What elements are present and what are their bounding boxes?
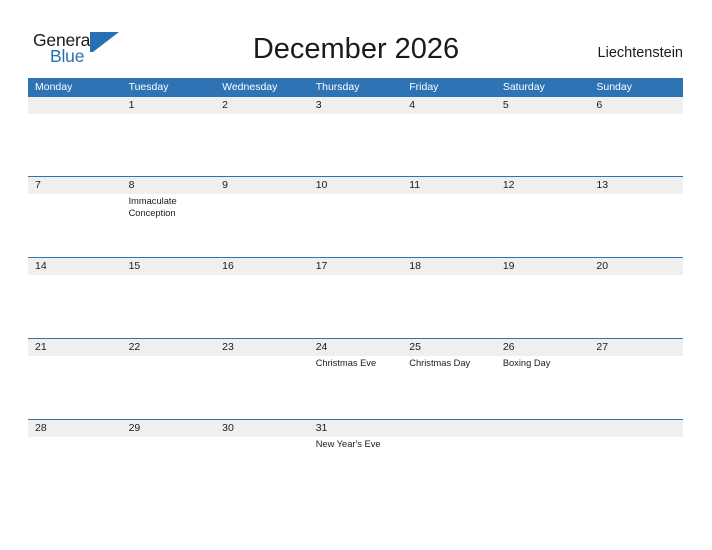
- day-number[interactable]: 8: [122, 177, 216, 194]
- day-event: [496, 194, 590, 257]
- day-event: [496, 275, 590, 338]
- day-number[interactable]: 7: [28, 177, 122, 194]
- day-number[interactable]: 2: [215, 97, 309, 114]
- calendar-grid: Monday Tuesday Wednesday Thursday Friday…: [28, 78, 683, 477]
- day-event: [402, 194, 496, 257]
- week-number-band: 14 15 16 17 18 19 20: [28, 258, 683, 275]
- calendar-week-row: 28 29 30 31 New Year's Eve: [28, 419, 683, 477]
- day-number[interactable]: 20: [589, 258, 683, 275]
- day-event: [215, 194, 309, 257]
- calendar-week-row: 21 22 23 24 25 26 27 Christmas Eve Chris…: [28, 338, 683, 419]
- day-number[interactable]: 18: [402, 258, 496, 275]
- day-event: [28, 275, 122, 338]
- week-event-band: Immaculate Conception: [28, 194, 683, 257]
- calendar-week-row: 1 2 3 4 5 6: [28, 97, 683, 176]
- day-number[interactable]: 29: [122, 420, 216, 437]
- day-event: [589, 194, 683, 257]
- day-number[interactable]: [496, 420, 590, 437]
- day-event: Christmas Eve: [315, 358, 377, 368]
- day-number[interactable]: 28: [28, 420, 122, 437]
- day-event: New Year's Eve: [315, 439, 381, 449]
- day-number[interactable]: 5: [496, 97, 590, 114]
- day-event: Christmas Day: [409, 358, 471, 368]
- week-number-band: 7 8 9 10 11 12 13: [28, 177, 683, 194]
- day-number[interactable]: 21: [28, 339, 122, 356]
- day-event: [402, 437, 496, 477]
- week-number-band: 21 22 23 24 25 26 27: [28, 339, 683, 356]
- day-event: [589, 114, 683, 176]
- day-number[interactable]: 3: [309, 97, 403, 114]
- day-event: [589, 437, 683, 477]
- day-event: [122, 437, 216, 477]
- day-event: [589, 356, 683, 419]
- day-number[interactable]: 31: [309, 420, 403, 437]
- day-number[interactable]: 14: [28, 258, 122, 275]
- day-number[interactable]: 1: [122, 97, 216, 114]
- weekday-header-row: Monday Tuesday Wednesday Thursday Friday…: [28, 78, 683, 97]
- day-number[interactable]: 19: [496, 258, 590, 275]
- day-event: [496, 114, 590, 176]
- day-event: [309, 114, 403, 176]
- week-event-band: [28, 114, 683, 176]
- day-event: [122, 356, 216, 419]
- day-number[interactable]: 25: [402, 339, 496, 356]
- week-number-band: 28 29 30 31: [28, 420, 683, 437]
- day-number[interactable]: 30: [215, 420, 309, 437]
- weekday-header-sunday: Sunday: [596, 81, 632, 93]
- day-event: [215, 275, 309, 338]
- day-event: [402, 114, 496, 176]
- day-number[interactable]: [589, 420, 683, 437]
- day-number[interactable]: 4: [402, 97, 496, 114]
- day-event: [28, 114, 122, 176]
- day-number[interactable]: 24: [309, 339, 403, 356]
- weekday-header-friday: Friday: [409, 81, 439, 93]
- day-number[interactable]: [28, 97, 122, 114]
- day-number[interactable]: 27: [589, 339, 683, 356]
- day-event: [215, 356, 309, 419]
- region-label: Liechtenstein: [597, 45, 683, 61]
- day-number[interactable]: [402, 420, 496, 437]
- day-event: Boxing Day: [502, 358, 551, 368]
- day-event: [309, 194, 403, 257]
- day-number[interactable]: 17: [309, 258, 403, 275]
- week-event-band: New Year's Eve: [28, 437, 683, 477]
- day-event: [122, 275, 216, 338]
- day-event: [589, 275, 683, 338]
- day-event: [215, 437, 309, 477]
- weekday-header-monday: Monday: [35, 81, 73, 93]
- day-number[interactable]: 22: [122, 339, 216, 356]
- day-number[interactable]: 6: [589, 97, 683, 114]
- weekday-header-tuesday: Tuesday: [128, 81, 169, 93]
- day-event: [215, 114, 309, 176]
- day-number[interactable]: 9: [215, 177, 309, 194]
- page-header: General Blue December 2026 Liechtenstein: [0, 0, 712, 78]
- week-event-band: Christmas Eve Christmas Day Boxing Day: [28, 356, 683, 419]
- week-event-band: [28, 275, 683, 338]
- day-number[interactable]: 23: [215, 339, 309, 356]
- day-event: [402, 275, 496, 338]
- calendar-week-row: 7 8 9 10 11 12 13 Immaculate Conception: [28, 176, 683, 257]
- day-event: [309, 275, 403, 338]
- weekday-header-thursday: Thursday: [315, 81, 360, 93]
- day-number[interactable]: 12: [496, 177, 590, 194]
- day-number[interactable]: 13: [589, 177, 683, 194]
- day-event: Immaculate Conception: [128, 196, 177, 218]
- day-event: [28, 194, 122, 257]
- day-number[interactable]: 11: [402, 177, 496, 194]
- week-number-band: 1 2 3 4 5 6: [28, 97, 683, 114]
- calendar-week-row: 14 15 16 17 18 19 20: [28, 257, 683, 338]
- weekday-header-saturday: Saturday: [502, 81, 545, 93]
- day-number[interactable]: 16: [215, 258, 309, 275]
- day-event: [496, 437, 590, 477]
- day-event: [122, 114, 216, 176]
- weekday-header-wednesday: Wednesday: [222, 81, 278, 93]
- day-event: [28, 356, 122, 419]
- day-number[interactable]: 26: [496, 339, 590, 356]
- day-event: [28, 437, 122, 477]
- day-number[interactable]: 15: [122, 258, 216, 275]
- day-number[interactable]: 10: [309, 177, 403, 194]
